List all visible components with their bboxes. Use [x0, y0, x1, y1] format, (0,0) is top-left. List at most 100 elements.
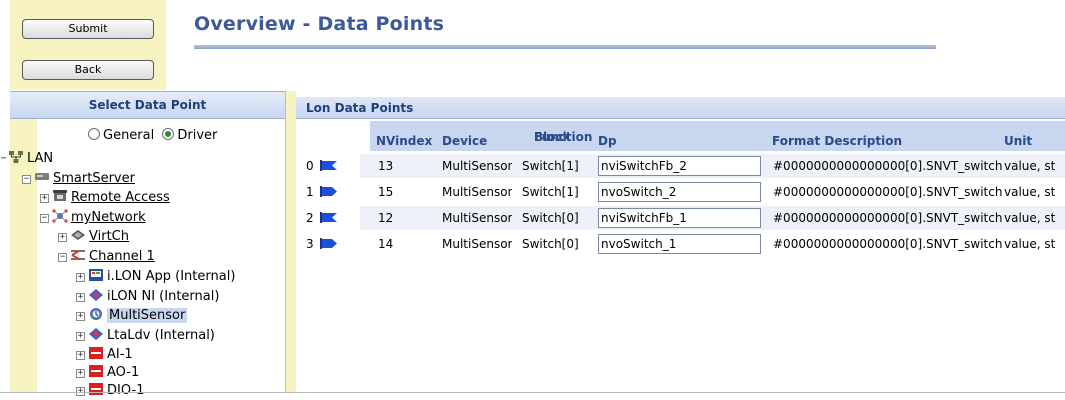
- row-index: 1: [306, 185, 314, 199]
- format-cell: #0000000000000000[0].SNVT_switch: [773, 159, 1003, 173]
- input-point-icon: [320, 160, 337, 171]
- input-point-icon: [320, 212, 337, 223]
- pane-splitter[interactable]: [285, 91, 296, 393]
- unit-cell: value, st: [1004, 237, 1056, 251]
- function-block-cell: Switch[1]: [522, 185, 579, 199]
- tree-node-remote-access[interactable]: + Remote Access: [40, 189, 170, 207]
- format-cell: #0000000000000000[0].SNVT_switch: [773, 185, 1003, 199]
- device-cell: MultiSensor: [442, 211, 513, 225]
- title-underline: [194, 45, 936, 49]
- table-header: NVindex Device Function Block Dp Format D…: [296, 121, 1065, 151]
- column-unit[interactable]: Unit: [998, 121, 1065, 151]
- expand-icon[interactable]: +: [76, 351, 85, 360]
- tree-label: myNetwork: [71, 210, 146, 225]
- section-title: Lon Data Points: [306, 101, 414, 115]
- phone-icon: [53, 190, 67, 201]
- expand-icon[interactable]: +: [76, 293, 85, 302]
- device-cell: MultiSensor: [442, 159, 513, 173]
- output-point-icon: [320, 186, 337, 197]
- output-point-icon: [320, 238, 337, 249]
- tree-label: iLON NI (Internal): [107, 289, 220, 304]
- device-icon: [89, 328, 103, 340]
- tree-label: Channel 1: [89, 249, 155, 264]
- expand-icon[interactable]: +: [76, 332, 85, 341]
- table-row[interactable]: 3 14 MultiSensor Switch[0] #000000000000…: [296, 231, 1065, 257]
- unit-cell: value, st: [1004, 159, 1056, 173]
- tree-node-channel-1[interactable]: − Channel 1: [58, 248, 155, 266]
- tree-label: DIO-1: [107, 383, 145, 398]
- collapse-icon[interactable]: −: [40, 214, 49, 223]
- tree-node-ao-1[interactable]: + AO-1: [76, 364, 139, 382]
- row-index: 2: [306, 211, 314, 225]
- tree-label: AO-1: [107, 365, 140, 380]
- tree-label: VirtCh: [89, 229, 129, 244]
- nvindex-cell: 15: [378, 185, 394, 199]
- device-cell: MultiSensor: [442, 237, 513, 251]
- io-module-icon: [89, 365, 103, 377]
- sensor-icon: [90, 308, 102, 320]
- column-nvindex[interactable]: NVindex: [370, 121, 436, 151]
- tree-node-ltaldv[interactable]: + LtaLdv (Internal): [76, 327, 215, 345]
- column-format-description[interactable]: Format Description: [766, 121, 998, 151]
- collapse-icon[interactable]: −: [58, 253, 67, 262]
- expand-icon[interactable]: +: [76, 369, 85, 378]
- tree-label: SmartServer: [53, 171, 135, 186]
- unit-cell: value, st: [1004, 211, 1056, 225]
- tree-node-ilon-ni[interactable]: + iLON NI (Internal): [76, 288, 219, 306]
- server-icon: [35, 173, 49, 180]
- lan-icon: [9, 151, 23, 163]
- expand-icon[interactable]: +: [76, 273, 85, 282]
- dp-name-input[interactable]: [598, 234, 761, 254]
- expand-icon[interactable]: +: [58, 233, 67, 242]
- dp-name-input[interactable]: [598, 156, 761, 176]
- dp-name-input[interactable]: [598, 182, 761, 202]
- expand-icon[interactable]: +: [40, 194, 49, 203]
- tree-node-virtch[interactable]: + VirtCh: [58, 228, 129, 246]
- dp-name-input[interactable]: [598, 208, 761, 228]
- function-block-cell: Switch[0]: [522, 237, 579, 251]
- tree-node-dio-1[interactable]: + DIO-1: [76, 382, 144, 400]
- device-icon: [89, 289, 103, 301]
- nvindex-cell: 12: [378, 211, 394, 225]
- tree-label: i.LON App (Internal): [107, 269, 236, 284]
- expand-icon[interactable]: +: [76, 312, 85, 321]
- header-index-col: [296, 121, 370, 151]
- row-index: 3: [306, 237, 314, 251]
- function-block-cell: Switch[0]: [522, 211, 579, 225]
- tree-label: MultiSensor: [107, 308, 188, 323]
- tree-label: LAN: [27, 151, 54, 166]
- table-row[interactable]: 2 12 MultiSensor Switch[0] #000000000000…: [296, 205, 1065, 231]
- tree-node-ai-1[interactable]: + AI-1: [76, 346, 133, 364]
- tree-label: AI-1: [107, 347, 133, 362]
- virtual-channel-icon: [71, 230, 85, 240]
- tree-label: Remote Access: [71, 190, 170, 205]
- network-tree: − LAN − SmartServer + Remote Access − myNetw…: [0, 0, 280, 398]
- table-row[interactable]: 1 15 MultiSensor Switch[1] #000000000000…: [296, 179, 1065, 205]
- channel-icon: [71, 250, 85, 260]
- network-icon: [52, 209, 68, 223]
- column-device[interactable]: Device: [436, 121, 522, 151]
- tree-label: LtaLdv (Internal): [107, 328, 215, 343]
- app-device-icon: [89, 269, 103, 281]
- table-row[interactable]: 0 13 MultiSensor Switch[1] #000000000000…: [296, 153, 1065, 179]
- collapse-icon[interactable]: −: [0, 154, 7, 164]
- format-cell: #0000000000000000[0].SNVT_switch: [773, 237, 1003, 251]
- format-cell: #0000000000000000[0].SNVT_switch: [773, 211, 1003, 225]
- tree-node-multisensor[interactable]: + MultiSensor: [76, 307, 188, 325]
- function-block-cell: Switch[1]: [522, 159, 579, 173]
- column-function-block[interactable]: Function Block: [522, 121, 592, 151]
- tree-node-smartserver[interactable]: − SmartServer: [22, 170, 135, 188]
- collapse-icon[interactable]: −: [22, 175, 31, 184]
- device-cell: MultiSensor: [442, 185, 513, 199]
- column-dp[interactable]: Dp: [592, 121, 766, 151]
- io-module-icon: [89, 347, 103, 359]
- nvindex-cell: 13: [378, 159, 394, 173]
- unit-cell: value, st: [1004, 185, 1056, 199]
- row-index: 0: [306, 159, 314, 173]
- tree-node-lan[interactable]: − LAN: [0, 150, 53, 168]
- lon-data-points-header: Lon Data Points: [296, 97, 1065, 119]
- tree-node-ilon-app[interactable]: + i.LON App (Internal): [76, 268, 235, 286]
- io-module-icon: [89, 383, 103, 395]
- tree-node-mynetwork[interactable]: − myNetwork: [40, 209, 146, 227]
- nvindex-cell: 14: [378, 237, 394, 251]
